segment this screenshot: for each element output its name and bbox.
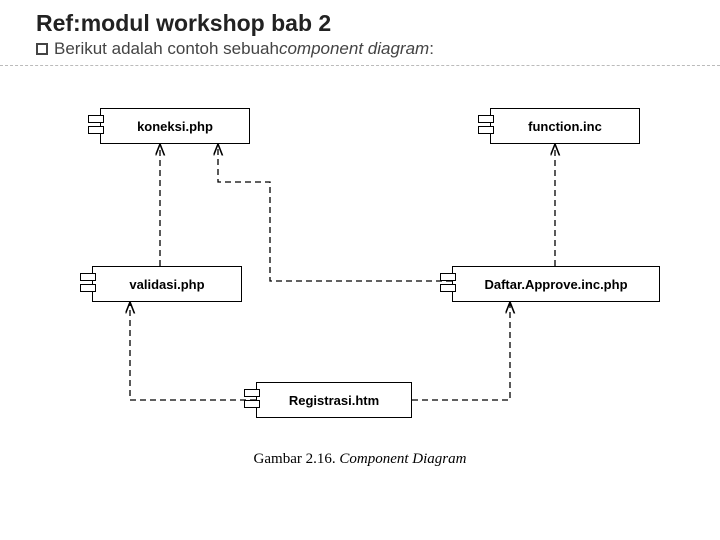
component-icon xyxy=(244,389,260,411)
page-title: Ref:modul workshop bab 2 xyxy=(0,0,720,39)
arrow-daftar-koneksi xyxy=(218,144,452,281)
component-icon xyxy=(88,115,104,137)
component-icon xyxy=(80,273,96,295)
component-label: Daftar.Approve.inc.php xyxy=(484,277,627,292)
component-koneksi: koneksi.php xyxy=(100,108,250,144)
figure-caption: Gambar 2.16. Component Diagram xyxy=(0,451,720,468)
component-label: validasi.php xyxy=(129,277,204,292)
page-subtitle: Berikut adalah contoh sebuah component d… xyxy=(0,39,720,65)
component-function: function.inc xyxy=(490,108,640,144)
component-daftar: Daftar.Approve.inc.php xyxy=(452,266,660,302)
component-label: function.inc xyxy=(528,119,602,134)
arrow-registrasi-validasi xyxy=(130,302,256,400)
caption-prefix: Gambar 2.16. xyxy=(254,451,340,467)
subtitle-text-suffix: : xyxy=(429,39,434,59)
subtitle-text-prefix: Berikut adalah contoh sebuah xyxy=(54,39,279,59)
component-registrasi: Registrasi.htm xyxy=(256,382,412,418)
component-label: Registrasi.htm xyxy=(289,393,379,408)
subtitle-text-italic: component diagram xyxy=(279,39,429,59)
component-icon xyxy=(478,115,494,137)
caption-italic: Component Diagram xyxy=(339,451,466,467)
component-diagram: koneksi.php function.inc validasi.php Da… xyxy=(0,66,720,486)
arrow-registrasi-daftar xyxy=(412,302,510,400)
component-label: koneksi.php xyxy=(137,119,213,134)
component-icon xyxy=(440,273,456,295)
bullet-icon xyxy=(36,43,48,55)
component-validasi: validasi.php xyxy=(92,266,242,302)
